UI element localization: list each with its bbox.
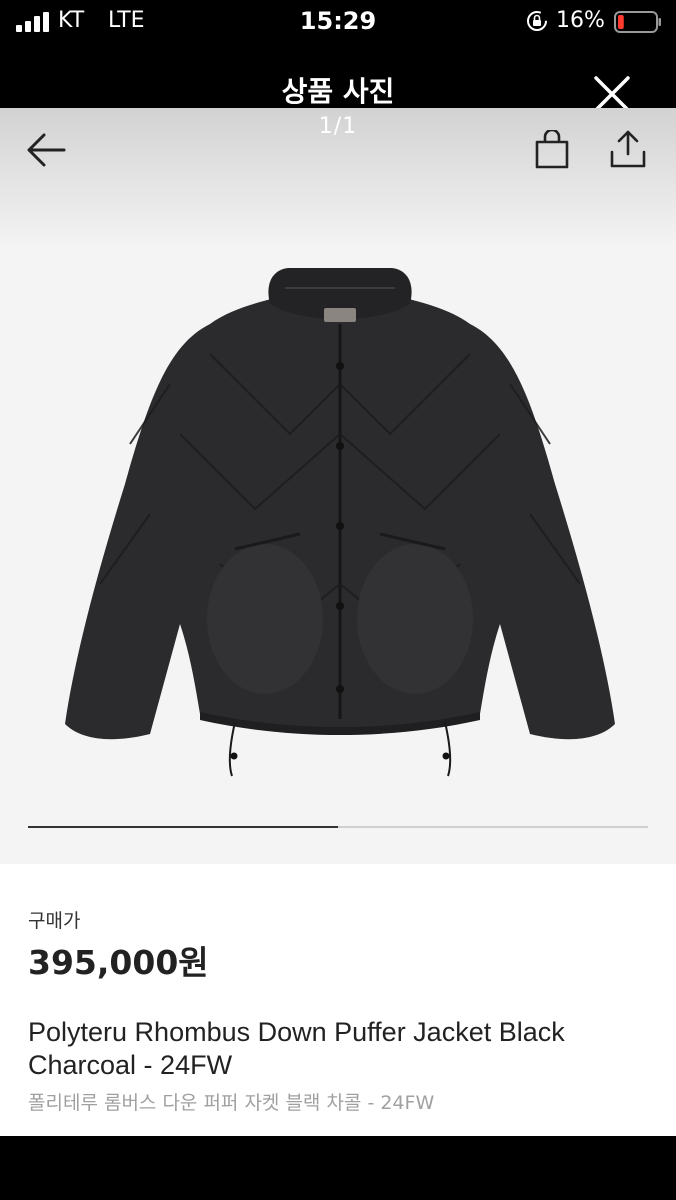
shopping-bag-icon[interactable]: [534, 130, 570, 170]
price-label: 구매가: [28, 910, 81, 932]
product-price: 395,000원: [28, 943, 209, 982]
product-info-panel: 구매가 395,000원 Polyteru Rhombus Down Puffe…: [0, 864, 676, 1136]
rotation-lock-icon: [527, 11, 547, 31]
product-name-korean: 폴리테루 롬버스 다운 퍼퍼 자켓 블랙 차콜 - 24FW: [28, 1092, 435, 1114]
battery-percent: 16%: [556, 8, 605, 33]
share-icon[interactable]: [608, 128, 648, 170]
image-progress-fill: [28, 826, 338, 828]
image-progress-bar: [28, 826, 648, 828]
battery-icon: [614, 11, 661, 33]
arrow-left-icon[interactable]: [24, 130, 68, 170]
status-bar: KT LTE 15:29 16%: [0, 0, 676, 44]
product-photo-viewer[interactable]: 1/1: [0, 108, 676, 864]
page-counter: 1/1: [318, 114, 358, 139]
page-title: 상품 사진: [281, 75, 395, 108]
product-photo: [65, 268, 615, 777]
photo-viewer-header: 상품 사진: [0, 44, 676, 112]
product-name: Polyteru Rhombus Down Puffer Jacket Blac…: [28, 1017, 565, 1080]
bottom-bar: [0, 1136, 676, 1200]
